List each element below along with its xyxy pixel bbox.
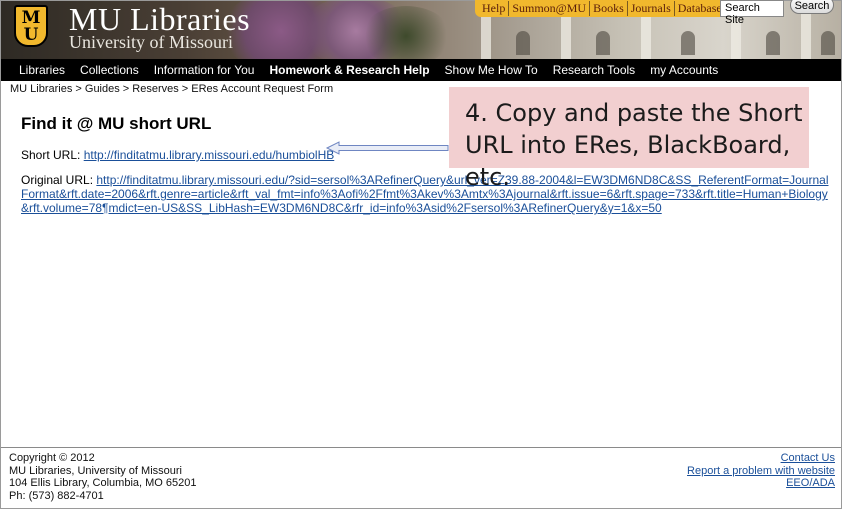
original-url-label: Original URL: [21,173,94,187]
footer-address: 104 Ellis Library, Columbia, MO 65201 [9,477,197,489]
nav-collections[interactable]: Collections [80,63,139,77]
top-link-books[interactable]: Books [590,1,628,16]
search-button[interactable]: Search [790,0,834,14]
callout-arrow-icon [325,141,449,155]
footer-org: MU Libraries, University of Missouri [9,464,182,477]
top-link-journals[interactable]: Journals [628,1,675,16]
breadcrumb: MU Libraries > Guides > Reserves > ERes … [10,83,334,95]
top-link-summon[interactable]: Summon@MU [509,1,591,16]
nav-research-tools[interactable]: Research Tools [553,63,636,77]
original-url-row: Original URL: http://finditatmu.library.… [21,173,831,215]
footer-info: Copyright © 2012 MU Libraries, Universit… [9,452,197,502]
eeo-ada-link[interactable]: EEO/ADA [687,477,835,490]
top-link-help[interactable]: Help [479,1,510,16]
site-brand[interactable]: MU Libraries University of Missouri [69,2,250,51]
footer-divider [1,447,841,448]
instruction-callout: 4. Copy and paste the Short URL into ERe… [449,87,809,191]
short-url-row: Short URL: http://finditatmu.library.mis… [21,148,334,162]
contact-us-link[interactable]: Contact Us [687,452,835,465]
footer-copyright: Copyright © 2012 [9,452,95,464]
logo-u-letter: U [23,25,39,45]
site-title: MU Libraries [69,1,251,37]
short-url-link[interactable]: http://finditatmu.library.missouri.edu/h… [84,148,335,162]
footer-phone: Ph: (573) 882-4701 [9,489,104,502]
original-url-link[interactable]: http://finditatmu.library.missouri.edu/?… [21,173,828,215]
nav-libraries[interactable]: Libraries [19,63,65,77]
nav-show-me-how-to[interactable]: Show Me How To [445,63,538,77]
site-subtitle: University of Missouri [69,32,233,52]
mu-logo[interactable]: M U [14,5,48,47]
main-nav: Libraries Collections Information for Yo… [1,59,841,81]
nav-my-accounts[interactable]: my Accounts [650,63,718,77]
short-url-label: Short URL: [21,148,81,162]
report-problem-link[interactable]: Report a problem with website [687,465,835,478]
nav-information-for-you[interactable]: Information for You [154,63,255,77]
top-links: Help Summon@MU Books Journals Databases [475,0,734,17]
footer-links: Contact Us Report a problem with website… [687,452,835,490]
nav-homework-research-help[interactable]: Homework & Research Help [269,63,429,77]
search-input[interactable]: Search Site [720,0,784,26]
page-title: Find it @ MU short URL [21,114,212,133]
